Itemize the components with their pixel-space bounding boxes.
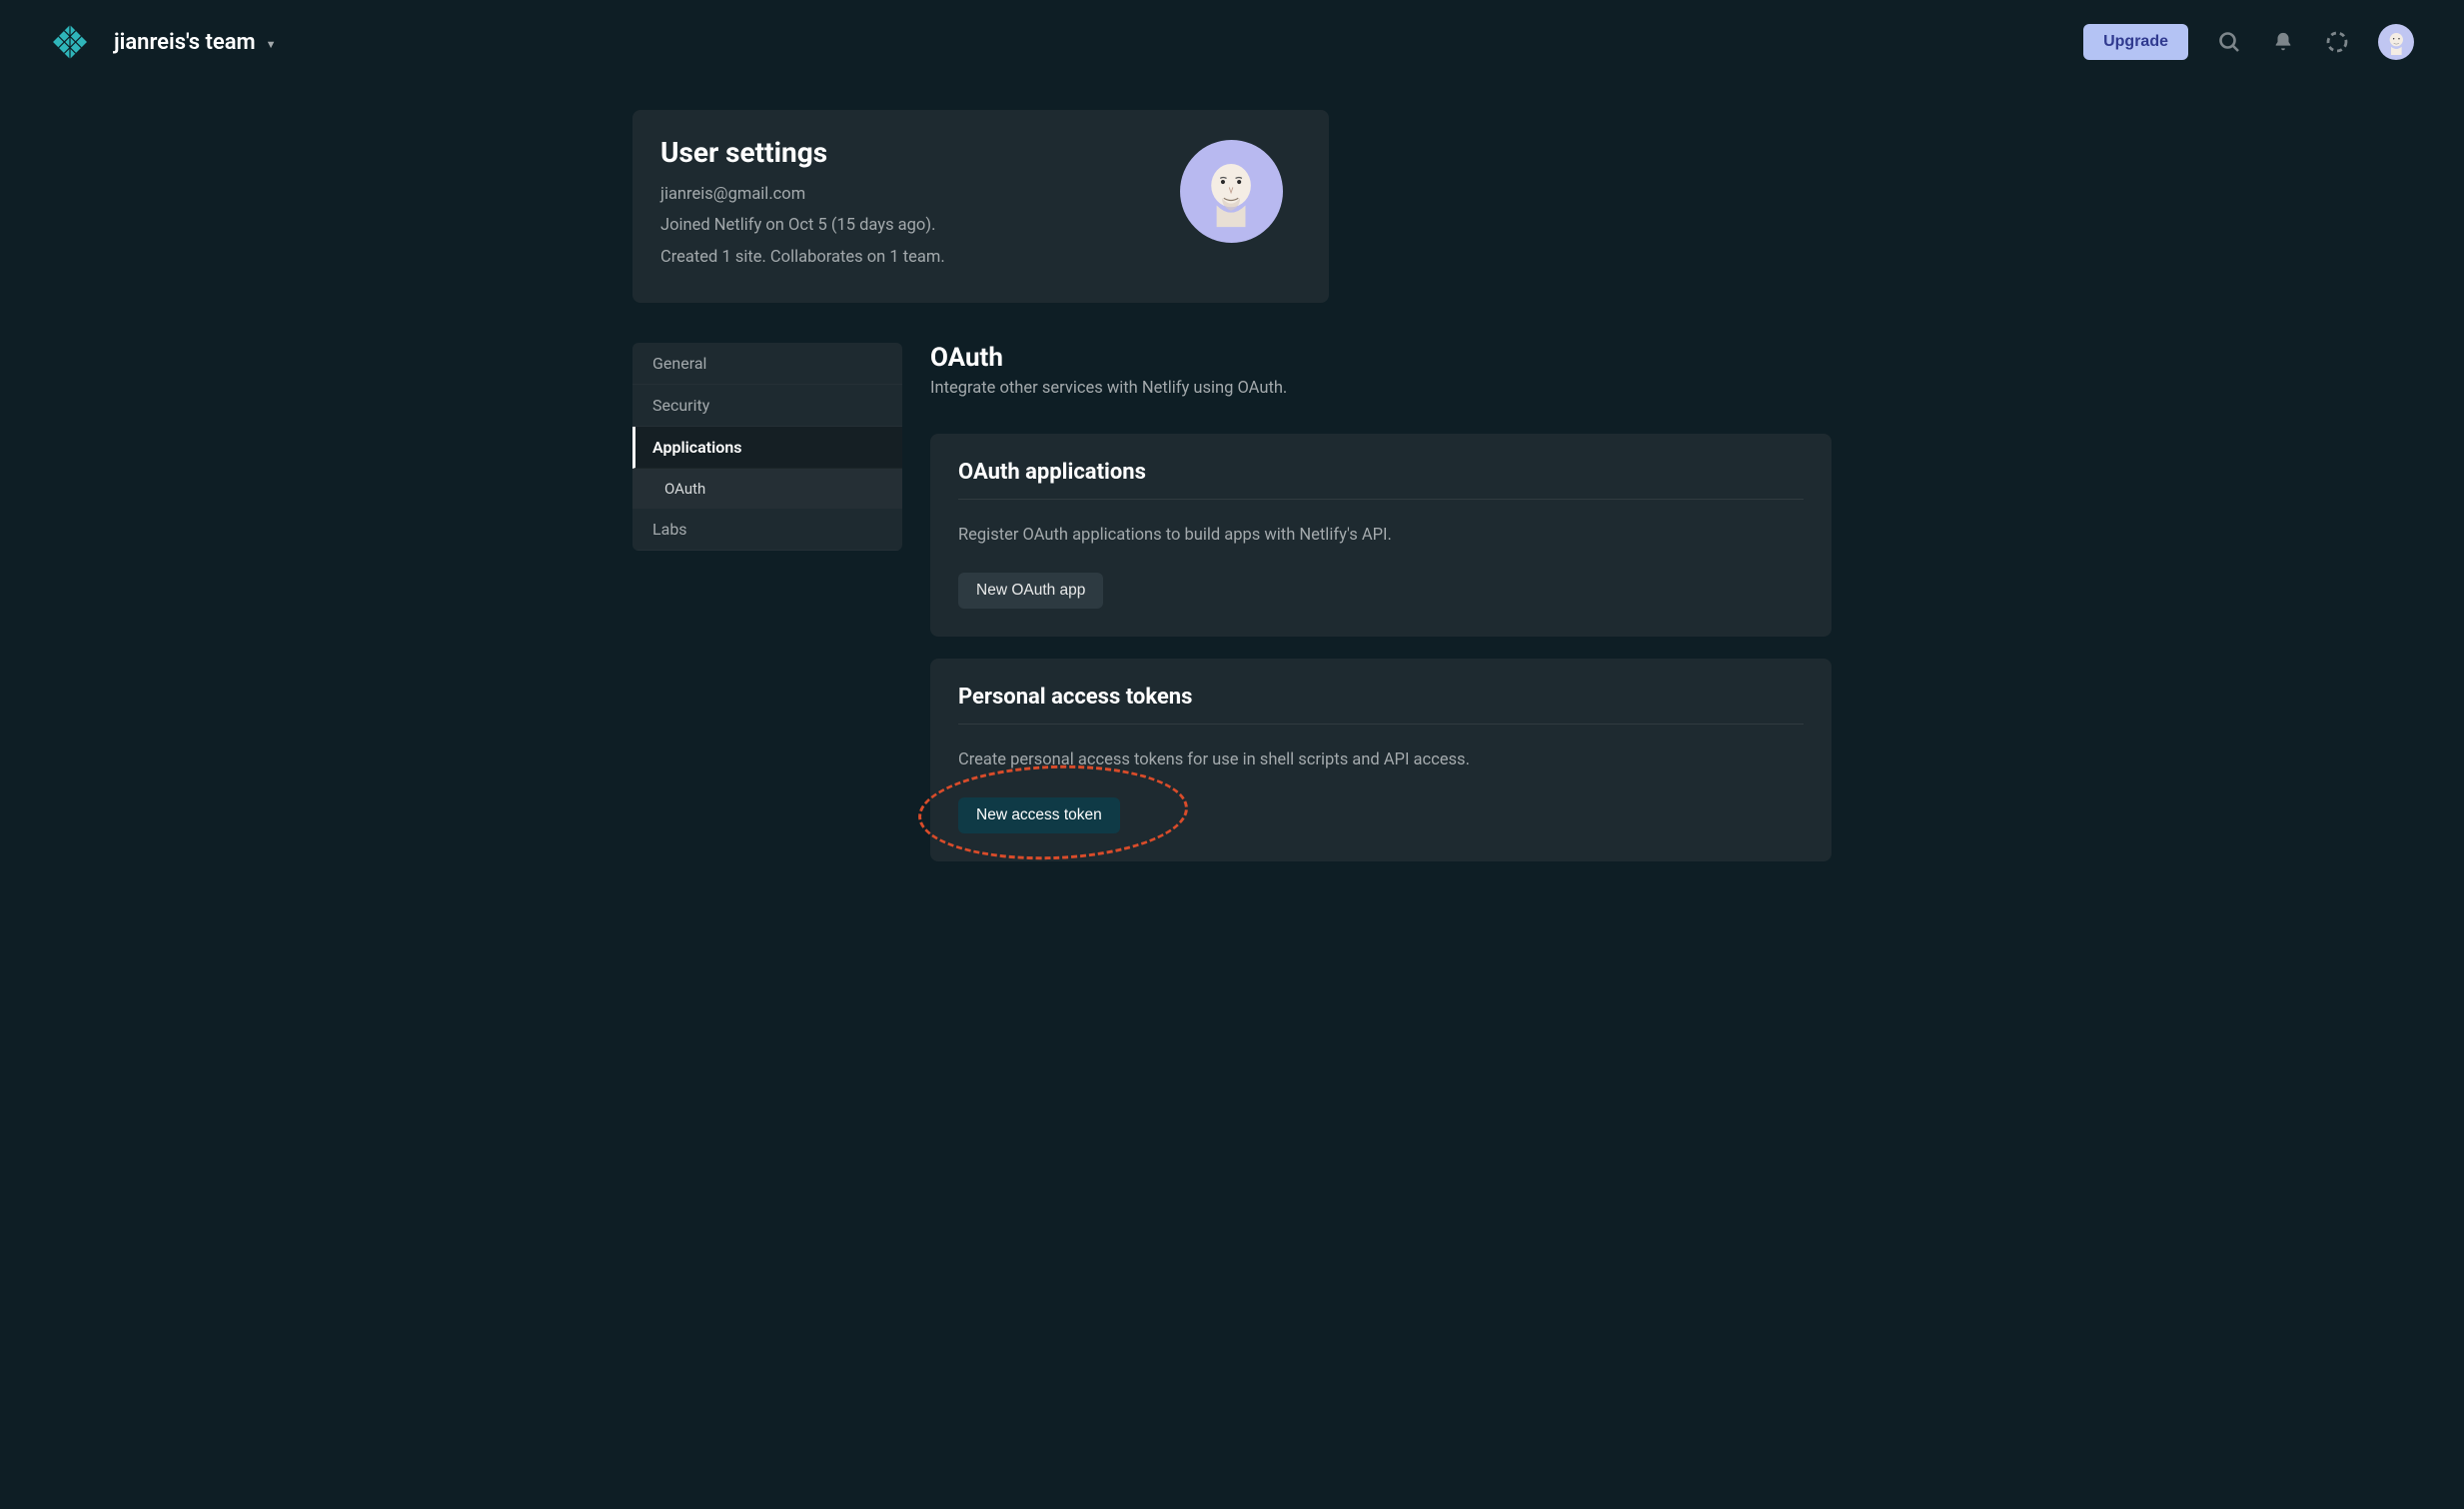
content-area: OAuth Integrate other services with Netl… xyxy=(930,343,1832,883)
user-info: User settings jianreis@gmail.com Joined … xyxy=(660,136,945,273)
team-switcher[interactable]: jianreis's team ▼ xyxy=(114,30,277,55)
app-header: jianreis's team ▼ Upgrade xyxy=(0,0,2464,84)
upgrade-button[interactable]: Upgrade xyxy=(2083,24,2188,60)
section-description: Integrate other services with Netlify us… xyxy=(930,379,1832,398)
team-name: jianreis's team xyxy=(114,30,256,55)
new-oauth-app-button[interactable]: New OAuth app xyxy=(958,573,1103,609)
user-joined: Joined Netlify on Oct 5 (15 days ago). xyxy=(660,210,945,241)
section-title: OAuth xyxy=(930,343,1832,373)
help-icon[interactable] xyxy=(2324,29,2350,55)
sidebar-subitem-oauth[interactable]: OAuth xyxy=(632,469,902,509)
oauth-applications-panel: OAuth applications Register OAuth applic… xyxy=(930,434,1832,637)
oauth-apps-heading: OAuth applications xyxy=(958,460,1804,500)
user-email: jianreis@gmail.com xyxy=(660,179,945,210)
settings-sidebar: General Security Applications OAuth Labs xyxy=(632,343,902,551)
sidebar-item-security[interactable]: Security xyxy=(632,385,902,427)
annotation-highlight: New access token xyxy=(958,797,1120,833)
personal-access-tokens-panel: Personal access tokens Create personal a… xyxy=(930,659,1832,861)
search-icon[interactable] xyxy=(2216,29,2242,55)
header-right: Upgrade xyxy=(2083,24,2414,60)
netlify-logo-icon[interactable] xyxy=(50,22,90,62)
new-access-token-button[interactable]: New access token xyxy=(958,797,1120,833)
header-left: jianreis's team ▼ xyxy=(50,22,277,62)
tokens-desc: Create personal access tokens for use in… xyxy=(958,751,1804,769)
chevron-down-icon: ▼ xyxy=(266,38,277,51)
user-avatar-large xyxy=(1180,140,1283,243)
sidebar-item-labs[interactable]: Labs xyxy=(632,509,902,551)
sidebar-item-applications[interactable]: Applications xyxy=(632,427,902,469)
user-stats: Created 1 site. Collaborates on 1 team. xyxy=(660,242,945,273)
oauth-apps-desc: Register OAuth applications to build app… xyxy=(958,526,1804,545)
sidebar-item-general[interactable]: General xyxy=(632,343,902,385)
page-container: User settings jianreis@gmail.com Joined … xyxy=(593,110,1871,883)
user-avatar-small[interactable] xyxy=(2378,24,2414,60)
page-title: User settings xyxy=(660,136,945,169)
tokens-heading: Personal access tokens xyxy=(958,685,1804,725)
notifications-icon[interactable] xyxy=(2270,29,2296,55)
main-area: General Security Applications OAuth Labs… xyxy=(632,343,1832,883)
user-settings-card: User settings jianreis@gmail.com Joined … xyxy=(632,110,1329,303)
